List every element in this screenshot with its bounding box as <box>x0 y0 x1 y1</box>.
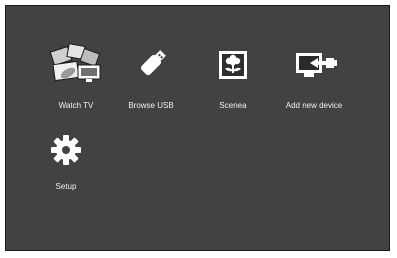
tv-home-menu: Watch TV Browse USB Scenea Add new devic… <box>5 5 390 251</box>
menu-item-label: Browse USB <box>128 101 174 110</box>
menu-item-label: Watch TV <box>58 101 94 110</box>
menu-item-watch-tv[interactable]: Watch TV <box>40 43 112 113</box>
menu-item-label: Scenea <box>219 101 247 110</box>
tv-collage-icon <box>49 43 101 82</box>
menu-item-scenea[interactable]: Scenea <box>197 43 269 113</box>
menu-item-label: Add new device <box>285 101 343 110</box>
menu-item-add-new-device[interactable]: Add new device <box>278 43 350 113</box>
menu-item-label: Setup <box>55 182 77 191</box>
menu-item-setup[interactable]: Setup <box>30 128 102 198</box>
gear-icon <box>51 135 81 165</box>
add-device-icon <box>296 53 337 77</box>
menu-item-browse-usb[interactable]: Browse USB <box>115 43 187 113</box>
flower-picture-icon <box>219 51 247 79</box>
usb-drive-icon <box>140 50 166 76</box>
